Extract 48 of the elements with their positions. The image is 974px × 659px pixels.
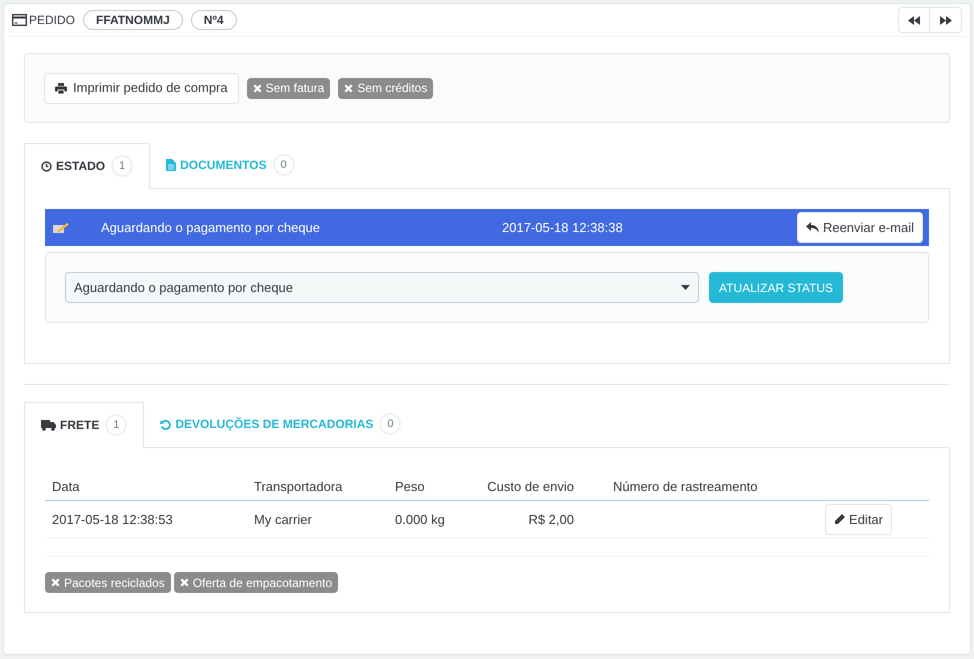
status-label: Pacotes reciclados xyxy=(45,572,171,593)
fast-forward-icon xyxy=(940,16,952,24)
close-icon xyxy=(344,84,354,92)
status-label: Oferta de empacotamento xyxy=(174,572,338,593)
column-header: Data xyxy=(45,473,247,501)
rewind-icon xyxy=(908,16,920,24)
status-date: 2017-05-18 12:38:38 xyxy=(502,218,623,237)
close-icon xyxy=(180,578,189,587)
edit-button[interactable]: Editar xyxy=(825,504,892,535)
status-label: Sem créditos xyxy=(338,78,434,98)
status-text: Aguardando o pagamento por cheque xyxy=(101,218,322,237)
order-reference: FFATNOMMJ xyxy=(83,10,183,30)
status-select[interactable]: Aguardando o pagamento por cheque xyxy=(65,272,699,303)
print-button[interactable]: Imprimir pedido de compra xyxy=(44,72,239,104)
tab[interactable]: FRETE 1 xyxy=(24,402,144,448)
previous-button[interactable] xyxy=(898,7,930,33)
count-badge: 1 xyxy=(105,414,128,436)
count-badge: 0 xyxy=(379,413,402,435)
credit-card-icon xyxy=(12,14,27,26)
close-icon xyxy=(252,84,262,92)
column-header: Transportadora xyxy=(247,473,388,501)
table-cell: 2017-05-18 12:38:53 xyxy=(45,501,247,539)
count-badge: 1 xyxy=(111,155,134,177)
reply-icon xyxy=(806,222,819,233)
document-icon xyxy=(166,159,176,171)
status-label: Sem fatura xyxy=(246,78,330,98)
truck-icon xyxy=(41,420,56,430)
printer-icon xyxy=(55,82,67,94)
pencil-note-icon xyxy=(53,222,69,234)
tab[interactable]: DEVOLUÇÕES DE MERCADORIAS 0 xyxy=(144,401,418,447)
tab[interactable]: ESTADO 1 xyxy=(24,143,150,189)
caret-icon xyxy=(681,285,690,290)
table-cell: R$ 2,00 xyxy=(471,501,606,539)
pencil-icon xyxy=(834,514,846,525)
clock-icon xyxy=(41,160,52,172)
resend-email-button[interactable]: Reenviar e-mail xyxy=(796,212,923,243)
column-header: Peso xyxy=(388,473,471,501)
column-header: Número de rastreamento xyxy=(606,473,826,501)
tab[interactable]: DOCUMENTOS 0 xyxy=(150,142,311,188)
order-number: Nº4 xyxy=(190,10,237,30)
next-button[interactable] xyxy=(930,7,962,33)
column-header: Custo de envio xyxy=(471,473,606,501)
panel-title: PEDIDO xyxy=(29,12,76,29)
count-badge: 0 xyxy=(272,154,295,176)
close-icon xyxy=(51,578,60,587)
table-cell: 0.000 kg xyxy=(388,501,471,539)
table-cell: My carrier xyxy=(247,501,388,539)
undo-icon xyxy=(160,418,172,430)
